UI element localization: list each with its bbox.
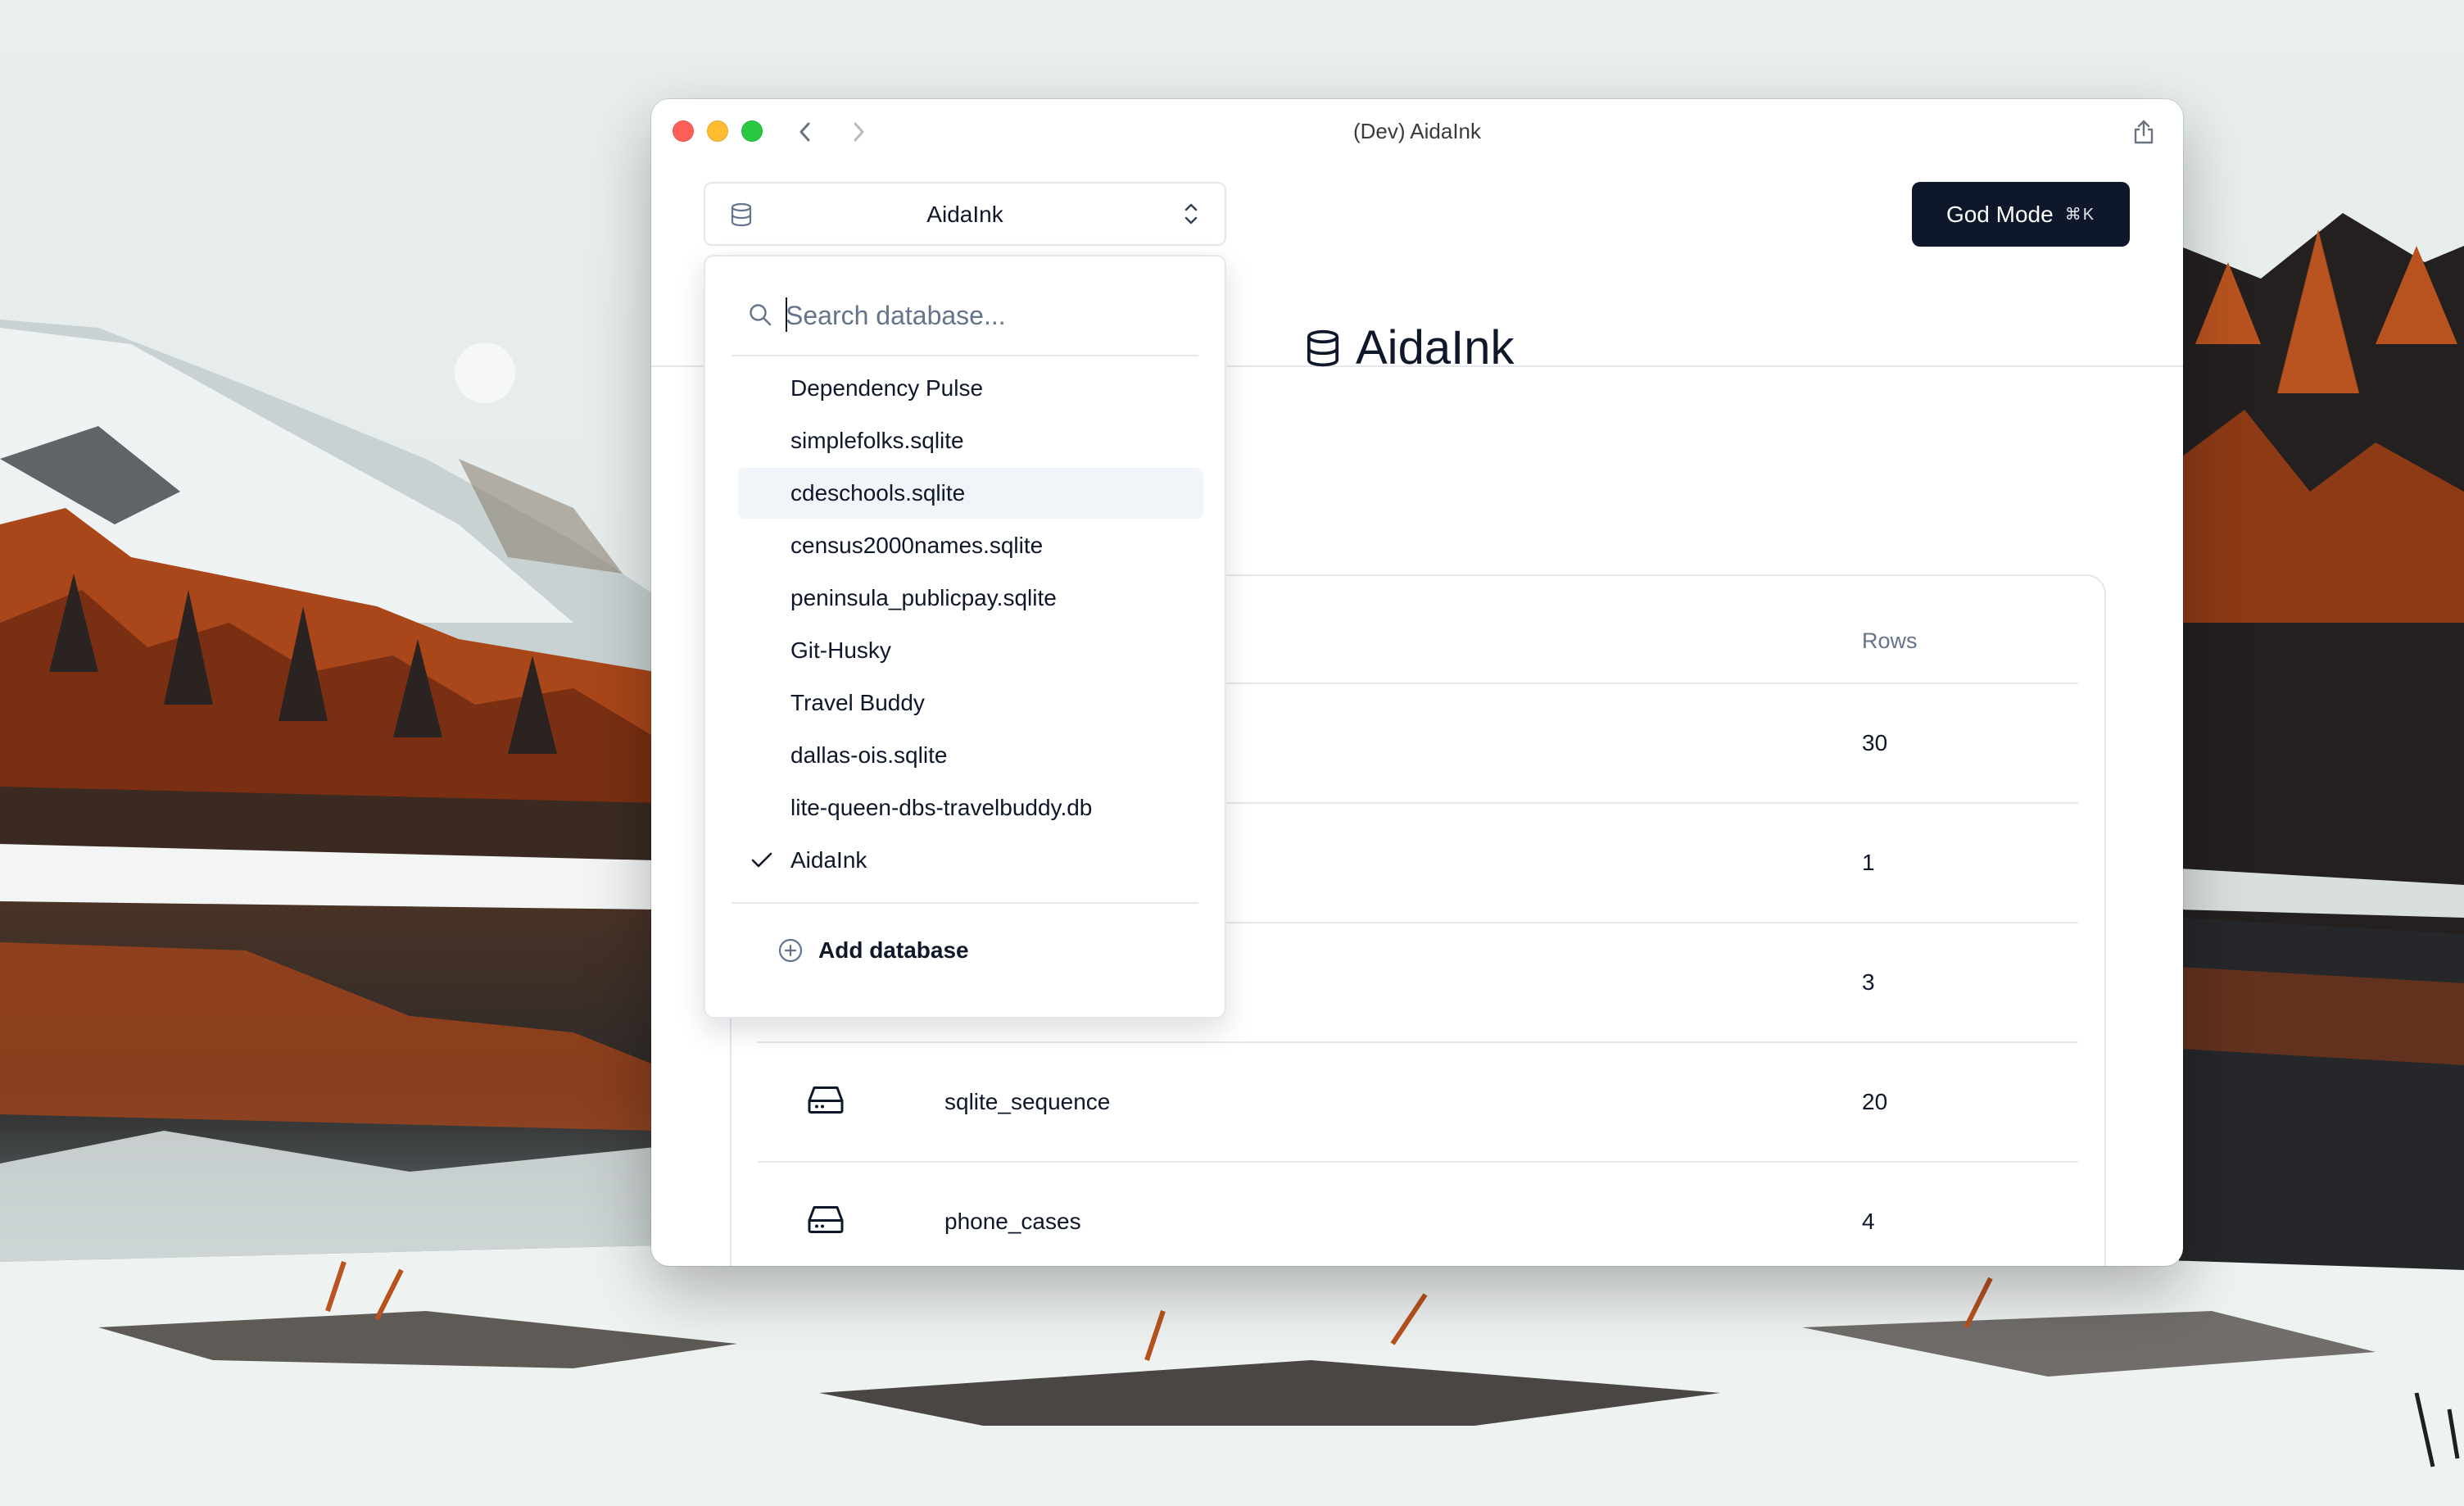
database-option[interactable]: dallas-ois.sqlite — [738, 730, 1203, 781]
database-option[interactable]: Git-Husky — [738, 625, 1203, 676]
database-option-label: census2000names.sqlite — [790, 533, 1044, 558]
database-search-input[interactable] — [786, 296, 1179, 335]
add-database-button[interactable]: Add database — [777, 930, 969, 971]
database-option-selected[interactable]: AidaInk — [738, 835, 1203, 886]
database-option-highlighted[interactable]: cdeschools.sqlite — [738, 468, 1203, 519]
database-option-label: lite-queen-dbs-travelbuddy.db — [790, 795, 1093, 820]
database-option[interactable]: census2000names.sqlite — [738, 520, 1203, 571]
table-row[interactable]: sqlite_sequence 20 — [758, 1043, 2078, 1161]
table-row-count: 20 — [1862, 1089, 1888, 1114]
database-option-label: cdeschools.sqlite — [790, 480, 966, 506]
database-option-label: dallas-ois.sqlite — [790, 742, 948, 768]
table-icon — [807, 1204, 845, 1240]
chevron-up-down-icon — [1182, 200, 1200, 232]
app-window: (Dev) AidaInk AidaInk God Mode ⌘K AidaIn… — [651, 99, 2183, 1266]
add-database-label: Add database — [818, 937, 969, 963]
check-icon — [750, 849, 774, 876]
title-bar: (Dev) AidaInk — [651, 99, 2183, 165]
database-icon — [1307, 329, 1339, 366]
database-option-label: peninsula_publicpay.sqlite — [790, 585, 1057, 610]
database-option-label: Git-Husky — [790, 637, 891, 663]
database-option[interactable]: peninsula_publicpay.sqlite — [738, 573, 1203, 624]
database-list: Dependency Pulse simplefolks.sqlite cdes… — [738, 363, 1203, 887]
text-caret — [786, 297, 787, 332]
table-name: sqlite_sequence — [944, 1089, 1111, 1114]
database-option-label: Travel Buddy — [790, 690, 925, 715]
database-dropdown: Dependency Pulse simplefolks.sqlite cdes… — [704, 255, 1226, 1018]
table-row-count: 3 — [1862, 969, 1875, 995]
rows-column-header: Rows — [1862, 628, 1918, 653]
god-mode-button[interactable]: God Mode ⌘K — [1912, 182, 2130, 247]
share-icon — [2134, 120, 2154, 144]
database-option[interactable]: lite-queen-dbs-travelbuddy.db — [738, 782, 1203, 833]
database-selector[interactable]: AidaInk — [704, 182, 1226, 246]
database-search — [732, 256, 1198, 356]
database-option[interactable]: Dependency Pulse — [738, 363, 1203, 414]
database-option-label: simplefolks.sqlite — [790, 428, 964, 453]
table-row-count: 1 — [1862, 850, 1875, 875]
table-name: phone_cases — [944, 1209, 1081, 1234]
table-row[interactable]: phone_cases 4 — [758, 1163, 2078, 1266]
plus-circle-icon — [778, 938, 803, 963]
database-option[interactable]: simplefolks.sqlite — [738, 415, 1203, 466]
table-icon — [807, 1085, 845, 1120]
page-title-text: AidaInk — [1356, 321, 1515, 374]
selected-database-label: AidaInk — [926, 202, 1003, 227]
database-option[interactable]: Travel Buddy — [738, 678, 1203, 728]
god-mode-shortcut: ⌘K — [2064, 206, 2096, 224]
god-mode-label: God Mode — [1945, 201, 2054, 227]
table-row-count: 30 — [1862, 730, 1888, 755]
window-title: (Dev) AidaInk — [1352, 119, 1482, 143]
database-option-label: AidaInk — [790, 847, 867, 873]
share-button[interactable] — [2127, 116, 2160, 148]
table-row-count: 4 — [1862, 1209, 1875, 1234]
database-option-label: Dependency Pulse — [790, 375, 984, 401]
search-icon — [748, 302, 772, 331]
page-title: AidaInk — [1305, 320, 1514, 375]
dropdown-divider — [732, 902, 1198, 904]
